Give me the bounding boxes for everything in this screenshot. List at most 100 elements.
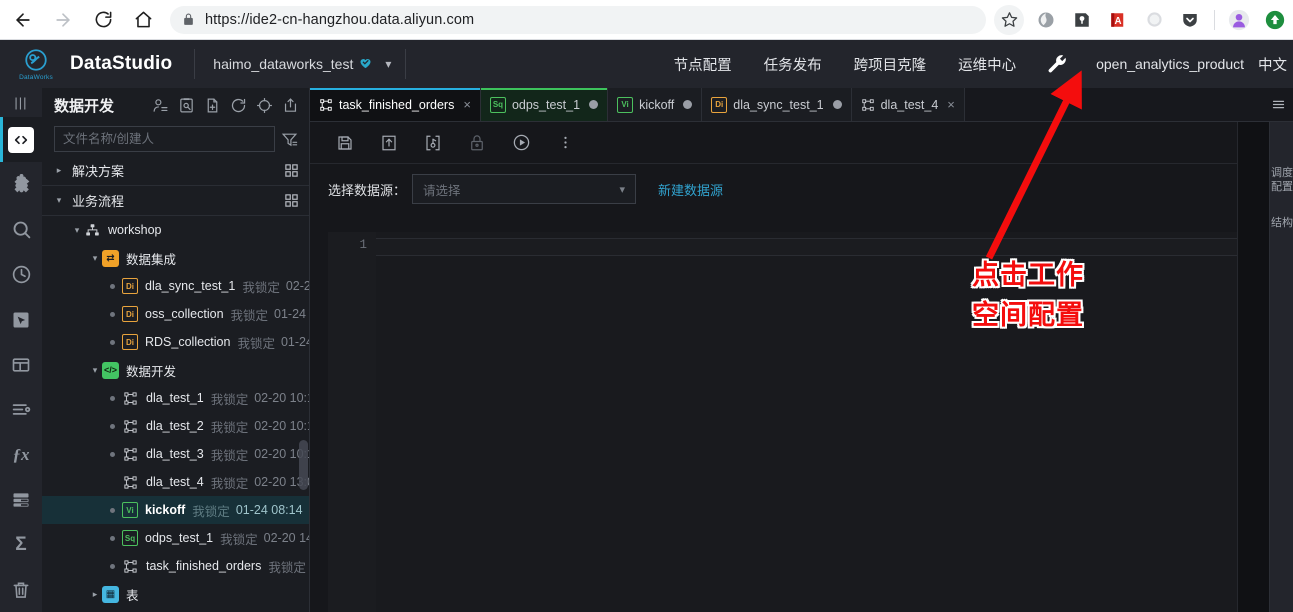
rail-functions[interactable]: ƒx xyxy=(0,432,42,477)
data-integration-icon: ⇄ xyxy=(102,250,119,267)
update-icon[interactable] xyxy=(1262,7,1288,33)
tree-item-dla-sync-test-1[interactable]: Di dla_sync_test_1 我锁定 02-20 xyxy=(42,272,309,300)
datasource-select[interactable]: 请选择 ▾ xyxy=(412,174,636,204)
datasource-row: 选择数据源： 请选择 ▾ 新建数据源 xyxy=(310,164,1269,214)
tab-dla-test-4[interactable]: dla_test_4 × xyxy=(852,88,965,121)
import-icon[interactable] xyxy=(279,94,301,116)
tree-folder-tables[interactable]: ▸ ▦ 表 xyxy=(42,580,309,608)
filter-icon[interactable] xyxy=(275,131,303,148)
save-icon[interactable] xyxy=(328,129,362,157)
grid-icon[interactable] xyxy=(284,163,299,178)
tree-item-oss-collection[interactable]: Di oss_collection 我锁定 01-24 0 xyxy=(42,300,309,328)
unsaved-indicator[interactable] xyxy=(833,100,842,109)
node-icon xyxy=(122,446,139,463)
rail-search[interactable] xyxy=(0,207,42,252)
di-type-tag: Di xyxy=(122,306,138,322)
tree-node-workshop[interactable]: ▾ workshop xyxy=(42,216,309,244)
workspace-selector[interactable]: haimo_dataworks_test ▾ xyxy=(195,55,391,73)
dictionary-extension-icon[interactable]: A xyxy=(1105,7,1131,33)
chevron-down-icon: ▾ xyxy=(88,253,102,264)
globe-extension-icon[interactable] xyxy=(1033,7,1059,33)
tree-section-solutions[interactable]: ▸ 解决方案 xyxy=(42,156,309,186)
tree-folder-data-integration[interactable]: ▾ ⇄ 数据集成 xyxy=(42,244,309,272)
rail-sigma[interactable]: Σ xyxy=(0,522,42,567)
dataworks-logo[interactable]: DataWorks xyxy=(12,47,60,81)
rail-cursor[interactable] xyxy=(0,297,42,342)
forward-arrow-icon[interactable] xyxy=(46,3,80,37)
new-datasource-link[interactable]: 新建数据源 xyxy=(658,180,723,199)
collapse-panel-icon[interactable]: ||| xyxy=(0,88,42,117)
tab-label: task_finished_orders xyxy=(339,98,454,112)
tree-folder-data-development[interactable]: ▾ </> 数据开发 xyxy=(42,356,309,384)
grid-icon[interactable] xyxy=(284,193,299,208)
tree-item-dla-test-1[interactable]: dla_test_1 我锁定 02-20 10:14 xyxy=(42,384,309,412)
close-icon[interactable]: × xyxy=(463,98,471,111)
lock-icon[interactable] xyxy=(460,129,494,157)
nav-ops-center[interactable]: 运维中心 xyxy=(942,54,1032,75)
tree-section-business-flow[interactable]: ▾ 业务流程 xyxy=(42,186,309,216)
tree-item-kickoff[interactable]: Vi kickoff 我锁定 01-24 08:14 xyxy=(42,496,309,524)
shield-extension-icon[interactable] xyxy=(1177,7,1203,33)
home-icon[interactable] xyxy=(126,3,160,37)
tree-item-lock: 我锁定 xyxy=(211,473,249,492)
submit-icon[interactable] xyxy=(372,129,406,157)
tree-item-odps-test-1[interactable]: Sq odps_test_1 我锁定 02-20 14: xyxy=(42,524,309,552)
rail-recycle-bin[interactable] xyxy=(0,567,42,612)
close-icon[interactable]: × xyxy=(947,98,955,111)
code-line[interactable] xyxy=(376,238,1241,256)
rail-history[interactable] xyxy=(0,252,42,297)
tree-item-name: kickoff xyxy=(145,503,185,517)
code-content[interactable] xyxy=(376,232,1241,612)
tree-item-dla-test-4[interactable]: dla_test_4 我锁定 02-20 13:03 xyxy=(42,468,309,496)
wrench-icon[interactable] xyxy=(1032,53,1082,75)
rail-table[interactable] xyxy=(0,342,42,387)
tab-kickoff[interactable]: Vi kickoff xyxy=(608,88,702,121)
circle-extension-icon[interactable] xyxy=(1141,7,1167,33)
star-icon[interactable] xyxy=(994,5,1024,35)
nav-node-config[interactable]: 节点配置 xyxy=(658,54,748,75)
clipboard-search-icon[interactable] xyxy=(175,94,197,116)
tab-dla-sync-test-1[interactable]: Di dla_sync_test_1 xyxy=(702,88,851,121)
refresh-icon[interactable] xyxy=(227,94,249,116)
unsaved-indicator[interactable] xyxy=(589,100,598,109)
tab-task-finished-orders[interactable]: task_finished_orders × xyxy=(310,88,481,121)
profile-avatar-icon[interactable] xyxy=(1226,7,1252,33)
tree-item-dla-test-2[interactable]: dla_test_2 我锁定 02-20 10:14 xyxy=(42,412,309,440)
tab-list-menu-icon[interactable] xyxy=(1263,88,1293,121)
tree-item-dla-test-3[interactable]: dla_test_3 我锁定 02-20 10:17 xyxy=(42,440,309,468)
run-icon[interactable] xyxy=(504,129,538,157)
unsaved-indicator[interactable] xyxy=(683,100,692,109)
tree-scrollbar[interactable] xyxy=(299,440,308,490)
new-file-icon[interactable] xyxy=(201,94,223,116)
reload-icon[interactable] xyxy=(86,3,120,37)
more-icon[interactable] xyxy=(548,129,582,157)
address-bar[interactable]: https://ide2-cn-hangzhou.data.aliyun.com xyxy=(170,6,986,34)
search-input[interactable] xyxy=(54,126,275,152)
tree-item-task-finished-orders[interactable]: task_finished_orders 我锁定 0 xyxy=(42,552,309,580)
tree-item-lock: 我锁定 xyxy=(211,445,249,464)
right-tab-schedule-config[interactable]: 调度配置 xyxy=(1270,166,1293,194)
deploy-icon[interactable] xyxy=(416,129,450,157)
data-development-panel: 数据开发 ▸ xyxy=(42,88,310,612)
rail-settings-list[interactable] xyxy=(0,387,42,432)
header-user-name[interactable]: open_analytics_product xyxy=(1082,56,1258,72)
rail-plugins[interactable] xyxy=(0,162,42,207)
rail-resources[interactable] xyxy=(0,477,42,522)
toolbar-divider xyxy=(1214,10,1215,30)
chevron-down-icon[interactable]: ▾ xyxy=(385,57,391,71)
vi-tag-glyph: Vi xyxy=(617,97,633,113)
nav-cross-project-clone[interactable]: 跨项目克隆 xyxy=(838,54,943,75)
user-permission-icon[interactable] xyxy=(149,94,171,116)
bulb-extension-icon[interactable] xyxy=(1069,7,1095,33)
back-arrow-icon[interactable] xyxy=(6,3,40,37)
tab-odps-test-1[interactable]: Sq odps_test_1 xyxy=(481,88,608,121)
code-editor[interactable]: 1 xyxy=(328,232,1241,612)
nav-task-publish[interactable]: 任务发布 xyxy=(748,54,838,75)
tree-item-rds-collection[interactable]: Di RDS_collection 我锁定 01-24 ( xyxy=(42,328,309,356)
datasource-placeholder: 请选择 xyxy=(423,180,461,199)
tree-item-lock: 我锁定 xyxy=(211,389,249,408)
locate-icon[interactable] xyxy=(253,94,275,116)
header-language[interactable]: 中文 xyxy=(1258,54,1293,75)
right-tab-structure[interactable]: 结构 xyxy=(1270,216,1293,230)
rail-data-development[interactable] xyxy=(0,117,42,162)
